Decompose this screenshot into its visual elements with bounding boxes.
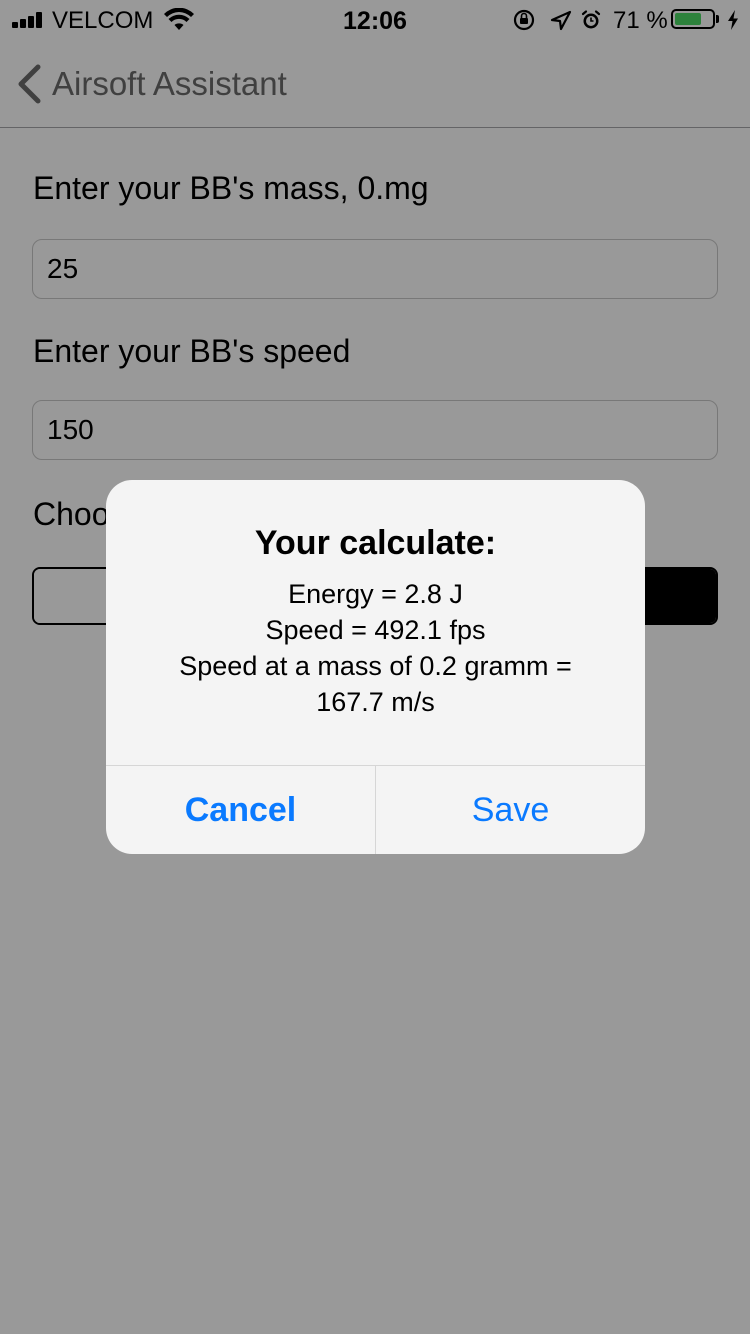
cancel-button[interactable]: Cancel [106,766,375,854]
save-button[interactable]: Save [376,766,645,854]
result-alert: Your calculate: Energy = 2.8 J Speed = 4… [106,480,645,854]
alert-title: Your calculate: [254,524,497,562]
alert-mass-speed-value: 167.7 m/s [316,687,435,717]
alert-mass-speed-line: Speed at a mass of 0.2 gramm = [179,651,572,681]
app-screen: VELCOM 12:06 71 % Airsoft Assistant Ente… [0,0,750,1334]
alert-speed-line: Speed = 492.1 fps [265,615,486,645]
alert-message: Energy = 2.8 J Speed = 492.1 fps Speed a… [136,576,615,720]
alert-energy-line: Energy = 2.8 J [288,579,463,609]
